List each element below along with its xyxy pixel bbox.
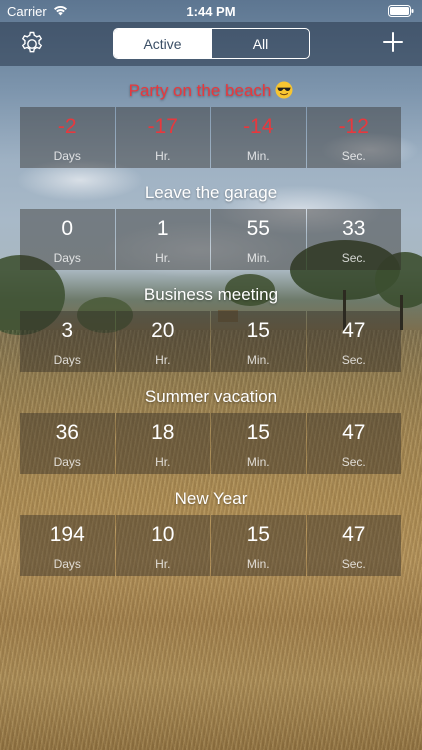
- minutes-label: Min.: [246, 455, 270, 469]
- hours-cell: 1 Hr.: [115, 209, 210, 270]
- seconds-value: 47: [342, 421, 366, 444]
- minutes-label: Min.: [246, 251, 270, 265]
- minutes-value: -14: [243, 115, 274, 138]
- hours-label: Hr.: [155, 353, 171, 367]
- countdown-item[interactable]: Party on the beach -2 Days -17 Hr. -14 M…: [0, 76, 422, 168]
- days-cell: -2 Days: [20, 107, 115, 168]
- seconds-label: Sec.: [341, 149, 366, 163]
- countdown-cells: 0 Days 1 Hr. 55 Min. 33 Sec.: [20, 209, 401, 270]
- minutes-label: Min.: [246, 149, 270, 163]
- minutes-cell: 15 Min.: [211, 413, 306, 474]
- countdown-title: New Year: [0, 484, 422, 514]
- gear-icon[interactable]: [18, 30, 46, 58]
- minutes-label: Min.: [246, 557, 270, 571]
- hours-value: -17: [147, 115, 178, 138]
- minutes-cell: 15 Min.: [211, 515, 306, 576]
- countdown-cells: 36 Days 18 Hr. 15 Min. 47 Sec.: [20, 413, 401, 474]
- hours-cell: 20 Hr.: [115, 311, 210, 372]
- minutes-cell: 55 Min.: [211, 209, 306, 270]
- minutes-value: 55: [246, 217, 270, 240]
- hours-value: 20: [151, 319, 175, 342]
- days-value: 194: [49, 523, 85, 546]
- countdown-title-text: Summer vacation: [144, 387, 278, 406]
- minutes-cell: -14 Min.: [211, 107, 306, 168]
- countdown-title: Party on the beach: [0, 76, 422, 106]
- minutes-value: 15: [246, 523, 270, 546]
- seconds-value: -12: [338, 115, 369, 138]
- days-label: Days: [53, 353, 81, 367]
- minutes-cell: 15 Min.: [211, 311, 306, 372]
- days-cell: 194 Days: [20, 515, 115, 576]
- countdown-item[interactable]: Summer vacation 36 Days 18 Hr. 15 Min. 4…: [0, 382, 422, 474]
- days-value: 3: [61, 319, 74, 342]
- minutes-label: Min.: [246, 353, 270, 367]
- navigation-bar: Active All: [0, 22, 422, 66]
- countdown-title: Summer vacation: [0, 382, 422, 412]
- seconds-value: 47: [342, 319, 366, 342]
- status-time: 1:44 PM: [186, 4, 236, 19]
- seconds-cell: 47 Sec.: [306, 413, 401, 474]
- days-label: Days: [53, 251, 81, 265]
- hours-value: 1: [156, 217, 169, 240]
- segment-active-label: Active: [143, 35, 182, 52]
- countdown-title-text: New Year: [174, 489, 248, 508]
- countdown-item[interactable]: New Year 194 Days 10 Hr. 15 Min. 47 Sec.: [0, 484, 422, 576]
- sunglasses-emoji-icon: [275, 81, 293, 99]
- countdown-title-text: Party on the beach: [128, 81, 272, 100]
- seconds-label: Sec.: [341, 251, 366, 265]
- countdown-cells: -2 Days -17 Hr. -14 Min. -12 Sec.: [20, 107, 401, 168]
- countdown-title-text: Leave the garage: [144, 183, 278, 202]
- hours-cell: 18 Hr.: [115, 413, 210, 474]
- days-label: Days: [53, 149, 81, 163]
- days-value: 36: [55, 421, 79, 444]
- hours-label: Hr.: [155, 251, 171, 265]
- hours-label: Hr.: [155, 455, 171, 469]
- seconds-label: Sec.: [341, 455, 366, 469]
- minutes-value: 15: [246, 319, 270, 342]
- minutes-value: 15: [246, 421, 270, 444]
- hours-cell: -17 Hr.: [115, 107, 210, 168]
- days-label: Days: [53, 455, 81, 469]
- filter-segmented-control: Active All: [113, 28, 310, 59]
- plus-icon[interactable]: [382, 31, 404, 53]
- hours-value: 18: [151, 421, 175, 444]
- countdown-title: Business meeting: [0, 280, 422, 310]
- hours-label: Hr.: [155, 149, 171, 163]
- seconds-cell: 47 Sec.: [306, 515, 401, 576]
- countdown-item[interactable]: Leave the garage 0 Days 1 Hr. 55 Min. 33…: [0, 178, 422, 270]
- segment-active[interactable]: Active: [114, 29, 211, 58]
- hours-label: Hr.: [155, 557, 171, 571]
- countdown-item[interactable]: Business meeting 3 Days 20 Hr. 15 Min. 4…: [0, 280, 422, 372]
- days-value: -2: [57, 115, 77, 138]
- hours-cell: 10 Hr.: [115, 515, 210, 576]
- seconds-label: Sec.: [341, 353, 366, 367]
- days-cell: 36 Days: [20, 413, 115, 474]
- battery-icon: [388, 5, 414, 17]
- segment-all-label: All: [252, 35, 269, 52]
- segment-all[interactable]: All: [211, 29, 309, 58]
- days-label: Days: [53, 557, 81, 571]
- countdown-title-text: Business meeting: [143, 285, 279, 304]
- seconds-value: 47: [342, 523, 366, 546]
- status-bar: Carrier 1:44 PM: [0, 0, 422, 22]
- seconds-cell: 47 Sec.: [306, 311, 401, 372]
- days-cell: 3 Days: [20, 311, 115, 372]
- seconds-label: Sec.: [341, 557, 366, 571]
- countdown-cells: 194 Days 10 Hr. 15 Min. 47 Sec.: [20, 515, 401, 576]
- countdown-title: Leave the garage: [0, 178, 422, 208]
- days-value: 0: [61, 217, 74, 240]
- countdown-cells: 3 Days 20 Hr. 15 Min. 47 Sec.: [20, 311, 401, 372]
- seconds-cell: -12 Sec.: [306, 107, 401, 168]
- seconds-cell: 33 Sec.: [306, 209, 401, 270]
- seconds-value: 33: [342, 217, 366, 240]
- days-cell: 0 Days: [20, 209, 115, 270]
- hours-value: 10: [151, 523, 175, 546]
